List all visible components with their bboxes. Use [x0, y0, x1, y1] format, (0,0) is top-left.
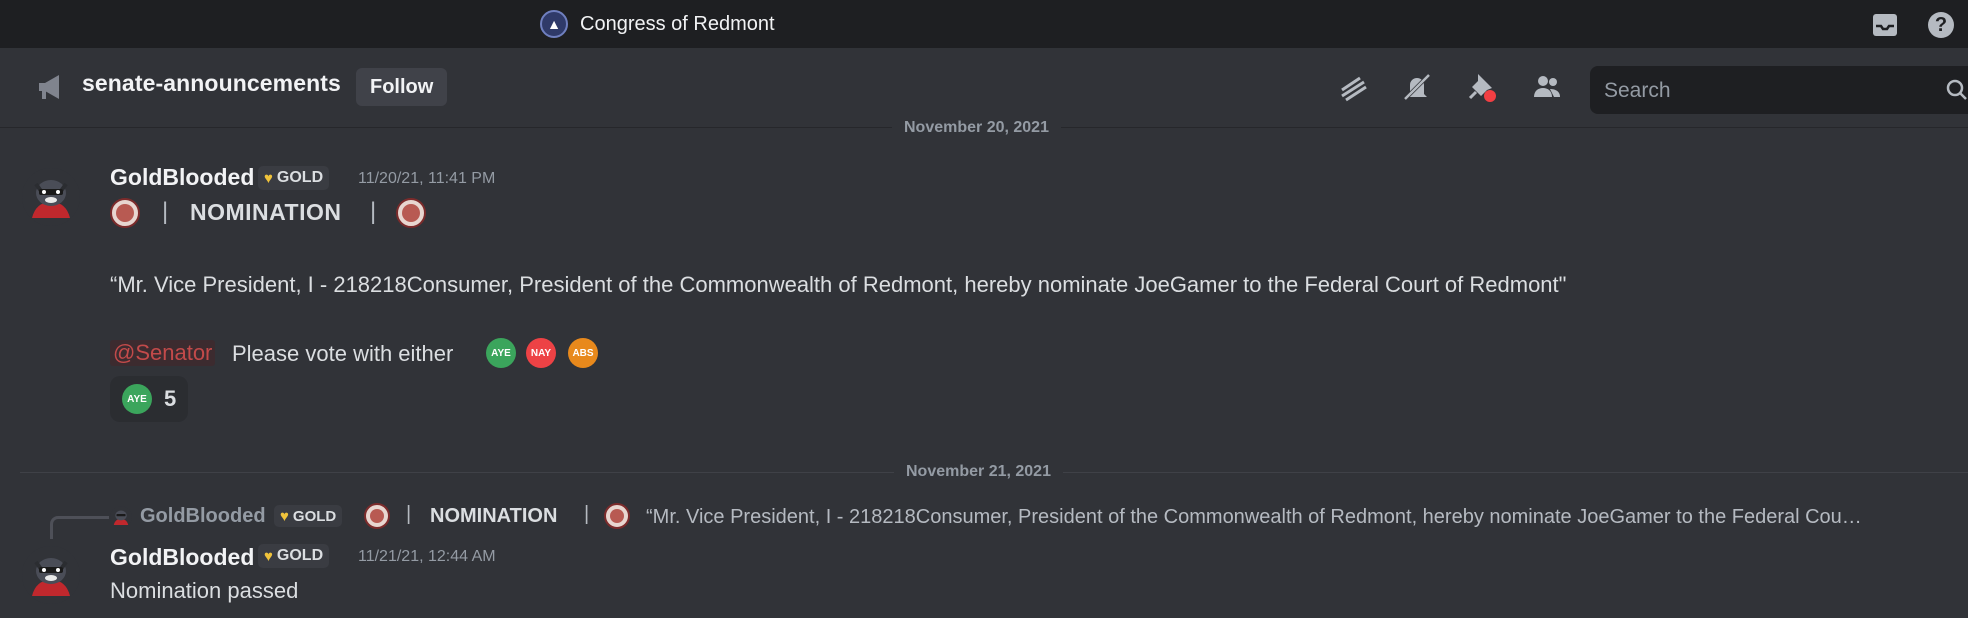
reply-heading: NOMINATION — [430, 505, 558, 527]
date-divider-label: November 20, 2021 — [892, 118, 1061, 138]
reply-guild-tag-badge: ♥ GOLD — [274, 505, 343, 527]
senate-emblem-icon — [604, 503, 630, 529]
server-name: Congress of Redmont — [580, 12, 775, 35]
reply-author[interactable]: GoldBlooded — [140, 505, 266, 528]
vote-prompt: Please vote with either — [232, 341, 454, 366]
role-mention[interactable]: @Senator — [110, 340, 216, 366]
date-divider-label: November 21, 2021 — [894, 462, 1063, 482]
avatar[interactable] — [22, 168, 80, 226]
message-text: Nomination passed — [110, 578, 299, 603]
senate-emblem-icon — [396, 198, 426, 228]
channel-header: senate-announcements Follow Search — [0, 48, 1968, 128]
separator: | — [584, 503, 590, 525]
separator: | — [162, 198, 169, 225]
aye-emoji-icon: AYE — [486, 338, 516, 368]
server-title: ▲ Congress of Redmont — [540, 10, 775, 38]
senate-emblem-icon — [364, 503, 390, 529]
message-timestamp: 11/21/21, 12:44 AM — [358, 548, 496, 565]
gold-heart-icon: ♥ — [264, 169, 273, 187]
threads-icon[interactable] — [1336, 70, 1370, 104]
reaction-aye[interactable]: AYE 5 — [110, 376, 189, 422]
search-input[interactable]: Search — [1590, 66, 1968, 114]
channel-name: senate-announcements — [82, 70, 341, 96]
gold-heart-icon: ♥ — [280, 507, 289, 525]
message-author[interactable]: GoldBlooded — [110, 544, 254, 571]
inbox-icon[interactable] — [1870, 10, 1900, 40]
guild-tag-badge[interactable]: ♥ GOLD — [258, 166, 330, 190]
reply-connector — [50, 516, 109, 539]
follow-button[interactable]: Follow — [356, 68, 448, 106]
pin-icon[interactable] — [1466, 70, 1500, 104]
mute-bell-icon[interactable] — [1400, 70, 1434, 104]
senate-emblem-icon — [110, 198, 140, 228]
search-placeholder: Search — [1604, 79, 1671, 102]
members-icon[interactable] — [1530, 70, 1564, 104]
guild-tag-badge[interactable]: ♥ GOLD — [258, 544, 330, 568]
nay-emoji-icon: NAY — [526, 338, 556, 368]
title-bar: ▲ Congress of Redmont ? — [0, 0, 1968, 48]
message-timestamp: 11/20/21, 11:41 PM — [358, 170, 496, 187]
separator: | — [370, 198, 377, 225]
reaction-count: 5 — [164, 386, 177, 411]
search-icon[interactable] — [1946, 79, 1968, 107]
gold-heart-icon: ♥ — [264, 547, 273, 565]
avatar[interactable] — [22, 546, 80, 604]
badge-label: GOLD — [276, 547, 324, 564]
badge-label: GOLD — [292, 507, 337, 525]
reply-avatar[interactable] — [110, 506, 132, 528]
abs-emoji-icon: ABS — [568, 338, 598, 368]
megaphone-icon — [36, 72, 66, 102]
message-quote: “Mr. Vice President, I - 218218Consumer,… — [110, 272, 1567, 297]
capitol-icon: ▲ — [540, 10, 568, 38]
message-heading: NOMINATION — [190, 199, 342, 225]
badge-label: GOLD — [276, 169, 324, 186]
help-icon[interactable]: ? — [1926, 10, 1956, 40]
message-author[interactable]: GoldBlooded — [110, 164, 254, 191]
separator: | — [406, 503, 412, 525]
reply-preview-text[interactable]: “Mr. Vice President, I - 218218Consumer,… — [646, 506, 1936, 529]
aye-emoji-icon: AYE — [122, 384, 152, 414]
